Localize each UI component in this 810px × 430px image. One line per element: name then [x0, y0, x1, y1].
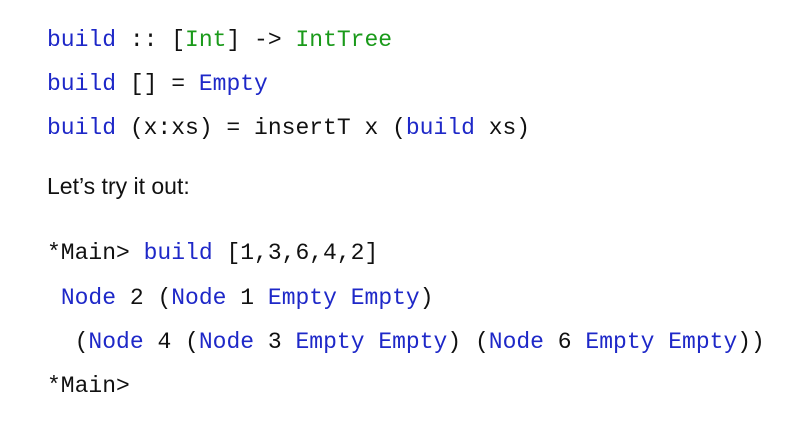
- repl-line-output-1: Node 2 (Node 1 Empty Empty): [47, 284, 434, 312]
- type-inttree: IntTree: [295, 27, 393, 53]
- constructor-node: Node: [171, 285, 227, 311]
- constructor-empty: Empty: [668, 329, 738, 355]
- code-text: xs): [474, 115, 531, 141]
- repl-prompt: *Main>: [47, 240, 144, 266]
- build-fn: build: [47, 71, 117, 97]
- constructor-node: Node: [488, 329, 544, 355]
- code-line-base-case: build [] = Empty: [47, 70, 268, 98]
- code-text: 4 (: [143, 329, 199, 355]
- constructor-empty: Empty: [585, 329, 655, 355]
- build-fn: build: [143, 240, 213, 266]
- constructor-empty: Empty: [378, 329, 448, 355]
- constructor-empty: Empty: [350, 285, 420, 311]
- build-fn: build: [47, 27, 117, 53]
- code-text: ) (: [447, 329, 489, 355]
- prose-text: Let’s try it out:: [47, 173, 190, 199]
- code-line-type-signature: build :: [Int] -> IntTree: [47, 26, 392, 54]
- code-text: )): [737, 329, 765, 355]
- code-text: [1,3,6,4,2]: [212, 240, 379, 266]
- code-text: 2 (: [116, 285, 172, 311]
- constructor-node: Node: [88, 329, 144, 355]
- constructor-empty: Empty: [295, 329, 365, 355]
- code-text: :: [: [116, 27, 186, 53]
- code-text: 3: [254, 329, 296, 355]
- repl-line-command: *Main> build [1,3,6,4,2]: [47, 239, 378, 267]
- build-fn: build: [47, 115, 117, 141]
- constructor-empty: Empty: [198, 71, 268, 97]
- constructor-node: Node: [60, 285, 117, 311]
- code-text: (x:xs) = insertT x (: [116, 115, 406, 141]
- constructor-node: Node: [198, 329, 255, 355]
- constructor-empty: Empty: [267, 285, 337, 311]
- repl-line-prompt: *Main>: [47, 372, 130, 400]
- code-line-recursive-case: build (x:xs) = insertT x (build xs): [47, 114, 530, 142]
- type-int: Int: [185, 27, 227, 53]
- code-text: [] =: [116, 71, 199, 97]
- repl-prompt: *Main>: [47, 373, 130, 399]
- code-text: 6: [543, 329, 586, 355]
- code-text: ] ->: [226, 27, 296, 53]
- build-fn: build: [405, 115, 475, 141]
- indent: (: [47, 329, 89, 355]
- repl-line-output-2: (Node 4 (Node 3 Empty Empty) (Node 6 Emp…: [47, 328, 765, 356]
- code-text: ): [419, 285, 434, 311]
- code-text: 1: [226, 285, 268, 311]
